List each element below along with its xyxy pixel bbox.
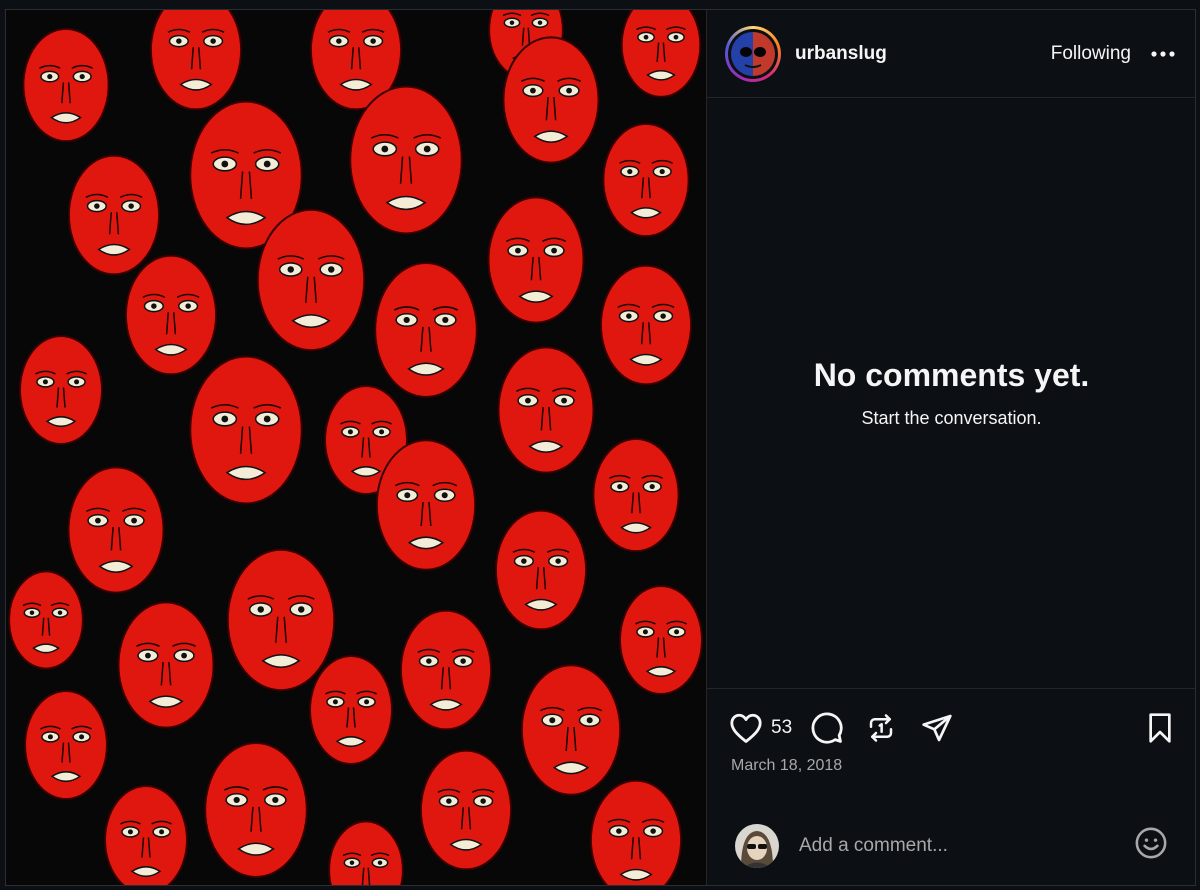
repost-icon[interactable] [866, 712, 896, 744]
comment-bubble-icon[interactable] [810, 711, 844, 745]
post-dialog: urbanslug Following No comments yet. Sta… [5, 9, 1196, 886]
painted-face [22, 27, 110, 143]
comment-input[interactable] [797, 824, 1134, 867]
emoji-icon[interactable] [1134, 826, 1168, 865]
painted-face [256, 208, 366, 352]
painted-face [8, 570, 84, 670]
heart-icon[interactable] [729, 712, 763, 744]
post-side-panel: urbanslug Following No comments yet. Sta… [706, 10, 1195, 885]
red-faces-painting [6, 10, 706, 885]
painted-face [502, 36, 600, 164]
painted-face [374, 262, 478, 398]
more-options-icon[interactable] [1149, 40, 1177, 68]
current-user-avatar [735, 823, 779, 868]
comment-composer [707, 806, 1195, 885]
post-header: urbanslug Following [707, 10, 1195, 98]
like-count[interactable]: 53 [771, 717, 792, 739]
painted-face [226, 548, 336, 692]
painted-face [599, 264, 693, 386]
empty-comments-title: No comments yet. [813, 357, 1090, 393]
painted-face [589, 779, 683, 885]
action-bar: 53 [729, 711, 1174, 745]
painted-face [487, 196, 585, 324]
painted-face [204, 742, 308, 878]
painted-face [24, 690, 108, 800]
following-button[interactable]: Following [1051, 43, 1131, 65]
painted-face [375, 439, 477, 571]
painted-face [19, 335, 103, 445]
painted-face [124, 254, 218, 376]
painted-face [117, 601, 215, 729]
author-username[interactable]: urbanslug [795, 43, 887, 65]
painted-face [592, 437, 680, 553]
painted-face [349, 85, 463, 235]
painted-face [419, 749, 513, 871]
author-avatar[interactable] [725, 25, 781, 82]
painted-face [497, 346, 595, 474]
painted-face [309, 655, 393, 765]
painted-face [619, 585, 703, 695]
painted-face [520, 664, 622, 796]
post-date[interactable]: March 18, 2018 [731, 757, 842, 775]
painted-face [67, 154, 161, 276]
post-actions: 53 March 18, 2018 [707, 688, 1195, 806]
send-icon[interactable] [920, 712, 954, 744]
painted-face [67, 466, 165, 594]
painted-face [602, 122, 690, 238]
painted-face [104, 785, 188, 885]
painted-face [494, 509, 588, 631]
post-image[interactable] [6, 10, 706, 885]
painted-face [189, 355, 303, 505]
empty-comments-subtitle: Start the conversation. [861, 408, 1042, 428]
comments-section: No comments yet. Start the conversation. [707, 98, 1195, 688]
avatar-image [728, 28, 778, 79]
bookmark-icon[interactable] [1146, 712, 1174, 744]
painted-face [399, 609, 493, 731]
